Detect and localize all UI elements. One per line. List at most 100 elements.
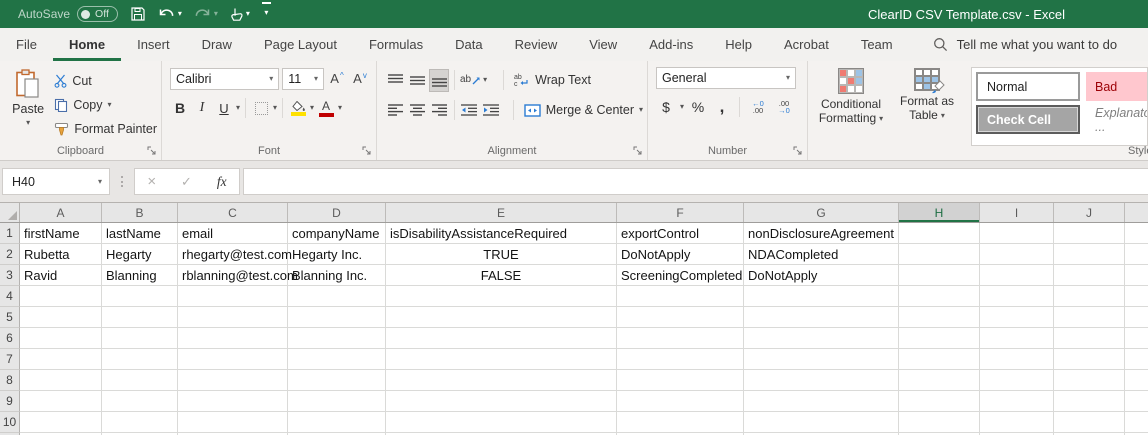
cell-B1[interactable]: lastName <box>102 223 178 244</box>
style-chip-bad[interactable]: Bad <box>1086 72 1148 101</box>
cell-F4[interactable] <box>617 286 744 307</box>
column-header-I[interactable]: I <box>980 203 1054 222</box>
cell-H8[interactable] <box>899 370 980 391</box>
font-color-caret-icon[interactable]: ▾ <box>338 104 342 112</box>
bold-button[interactable]: B <box>170 97 190 120</box>
tab-file[interactable]: File <box>0 28 53 61</box>
name-box[interactable]: H40 ▾ <box>2 168 110 195</box>
formula-input[interactable] <box>243 168 1148 195</box>
cell-I1[interactable] <box>980 223 1054 244</box>
tab-insert[interactable]: Insert <box>121 28 186 61</box>
row-header-6[interactable]: 6 <box>0 328 20 349</box>
cell-H3[interactable] <box>899 265 980 286</box>
tab-add-ins[interactable]: Add-ins <box>633 28 709 61</box>
row-header-2[interactable]: 2 <box>0 244 20 265</box>
cell-G5[interactable] <box>744 307 899 328</box>
align-center-button[interactable] <box>407 99 427 122</box>
tab-view[interactable]: View <box>573 28 633 61</box>
row-header-9[interactable]: 9 <box>0 391 20 412</box>
cell-H5[interactable] <box>899 307 980 328</box>
cell-J2[interactable] <box>1054 244 1125 265</box>
cell-E10[interactable] <box>386 412 617 433</box>
cell-A9[interactable] <box>20 391 102 412</box>
column-header-C[interactable]: C <box>178 203 288 222</box>
cell-B5[interactable] <box>102 307 178 328</box>
cell-I7[interactable] <box>980 349 1054 370</box>
cell-C7[interactable] <box>178 349 288 370</box>
cell-B7[interactable] <box>102 349 178 370</box>
orientation-button[interactable]: ab <box>460 69 481 92</box>
cell-F2[interactable]: DoNotApply <box>617 244 744 265</box>
font-dialog-launcher[interactable] <box>362 146 372 156</box>
underline-caret-icon[interactable]: ▾ <box>236 104 240 112</box>
italic-button[interactable]: I <box>192 97 212 120</box>
clipboard-dialog-launcher[interactable] <box>147 146 157 156</box>
format-painter-button[interactable]: Format Painter <box>54 117 157 141</box>
redo-button[interactable]: ▾ <box>194 2 218 26</box>
cell-D1[interactable]: companyName <box>288 223 386 244</box>
column-header-E[interactable]: E <box>386 203 617 222</box>
customize-quick-access-button[interactable]: ▾ <box>262 2 271 26</box>
tab-home[interactable]: Home <box>53 28 121 61</box>
cell-D7[interactable] <box>288 349 386 370</box>
cell-H9[interactable] <box>899 391 980 412</box>
middle-align-button[interactable] <box>407 69 427 92</box>
cell-H1[interactable] <box>899 223 980 244</box>
merge-center-caret-icon[interactable]: ▾ <box>639 106 643 114</box>
style-chip-check[interactable]: Check Cell <box>976 105 1080 134</box>
wrap-text-button[interactable]: abc Wrap Text <box>514 68 591 92</box>
cell-F5[interactable] <box>617 307 744 328</box>
tab-draw[interactable]: Draw <box>186 28 248 61</box>
fill-color-button[interactable] <box>288 97 308 120</box>
cell-C3[interactable]: rblanning@test.com <box>178 265 288 286</box>
decrease-indent-button[interactable] <box>459 99 479 122</box>
row-header-1[interactable]: 1 <box>0 223 20 244</box>
row-header-7[interactable]: 7 <box>0 349 20 370</box>
conditional-formatting-button[interactable]: Conditional Formatting▾ <box>813 66 889 160</box>
column-header-F[interactable]: F <box>617 203 744 222</box>
comma-style-button[interactable]: , <box>712 96 732 119</box>
tab-formulas[interactable]: Formulas <box>353 28 439 61</box>
tab-review[interactable]: Review <box>499 28 574 61</box>
undo-button[interactable]: ▾ <box>158 2 182 26</box>
enter-icon[interactable]: ✓ <box>181 174 192 190</box>
cell-G1[interactable]: nonDisclosureAgreement <box>744 223 899 244</box>
cell-D9[interactable] <box>288 391 386 412</box>
percent-style-button[interactable]: % <box>688 96 708 119</box>
cell-C9[interactable] <box>178 391 288 412</box>
merge-center-button[interactable]: Merge & Center ▾ <box>524 98 643 122</box>
cell-B8[interactable] <box>102 370 178 391</box>
cell-C2[interactable]: rhegarty@test.com <box>178 244 288 265</box>
orientation-caret-icon[interactable]: ▾ <box>483 76 487 84</box>
cell-G6[interactable] <box>744 328 899 349</box>
cell-A2[interactable]: Rubetta <box>20 244 102 265</box>
cell-E7[interactable] <box>386 349 617 370</box>
cell-A6[interactable] <box>20 328 102 349</box>
cell-E8[interactable] <box>386 370 617 391</box>
cell-E4[interactable] <box>386 286 617 307</box>
cell-B10[interactable] <box>102 412 178 433</box>
name-box-caret-icon[interactable]: ▾ <box>98 178 102 186</box>
cut-button[interactable]: Cut <box>54 69 157 93</box>
cell-D3[interactable]: Blanning Inc. <box>288 265 386 286</box>
redo-caret-icon[interactable]: ▾ <box>214 10 218 18</box>
copy-caret-icon[interactable]: ▾ <box>108 101 112 109</box>
cell-A1[interactable]: firstName <box>20 223 102 244</box>
row-header-5[interactable]: 5 <box>0 307 20 328</box>
cell-D2[interactable]: Hegarty Inc. <box>288 244 386 265</box>
increase-font-size-button[interactable]: A^ <box>327 67 347 90</box>
number-dialog-launcher[interactable] <box>793 146 803 156</box>
cell-G8[interactable] <box>744 370 899 391</box>
autosave-pill[interactable]: Off <box>77 6 118 22</box>
cell-E6[interactable] <box>386 328 617 349</box>
cell-B6[interactable] <box>102 328 178 349</box>
bottom-align-button[interactable] <box>429 69 449 92</box>
cell-A8[interactable] <box>20 370 102 391</box>
cell-G4[interactable] <box>744 286 899 307</box>
cell-E9[interactable] <box>386 391 617 412</box>
cell-E1[interactable]: isDisabilityAssistanceRequired <box>386 223 617 244</box>
cell-J1[interactable] <box>1054 223 1125 244</box>
cancel-icon[interactable]: × <box>147 173 156 190</box>
number-format-select[interactable]: General▾ <box>656 67 796 89</box>
cell-G10[interactable] <box>744 412 899 433</box>
